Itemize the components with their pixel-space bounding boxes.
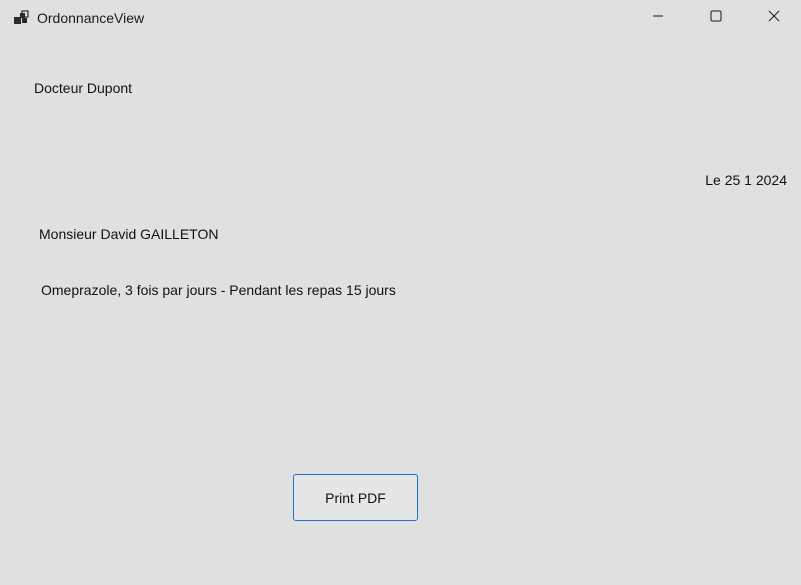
print-pdf-button[interactable]: Print PDF xyxy=(293,474,418,521)
patient-name-label: Monsieur David GAILLETON xyxy=(39,226,219,242)
close-icon xyxy=(768,9,780,27)
doctor-name-label: Docteur Dupont xyxy=(34,80,133,96)
minimize-button[interactable] xyxy=(629,0,687,36)
minimize-icon xyxy=(652,9,664,27)
maximize-button[interactable] xyxy=(687,0,745,36)
close-button[interactable] xyxy=(745,0,801,36)
app-window-icon xyxy=(13,10,29,26)
ordonnance-window: OrdonnanceView Docteur Dupont Le 25 1 20… xyxy=(0,0,801,585)
prescription-label: Omeprazole, 3 fois par jours - Pendant l… xyxy=(41,282,396,298)
date-label: Le 25 1 2024 xyxy=(705,172,787,188)
title-bar[interactable]: OrdonnanceView xyxy=(0,0,801,36)
maximize-icon xyxy=(710,9,722,27)
window-title: OrdonnanceView xyxy=(37,10,145,26)
